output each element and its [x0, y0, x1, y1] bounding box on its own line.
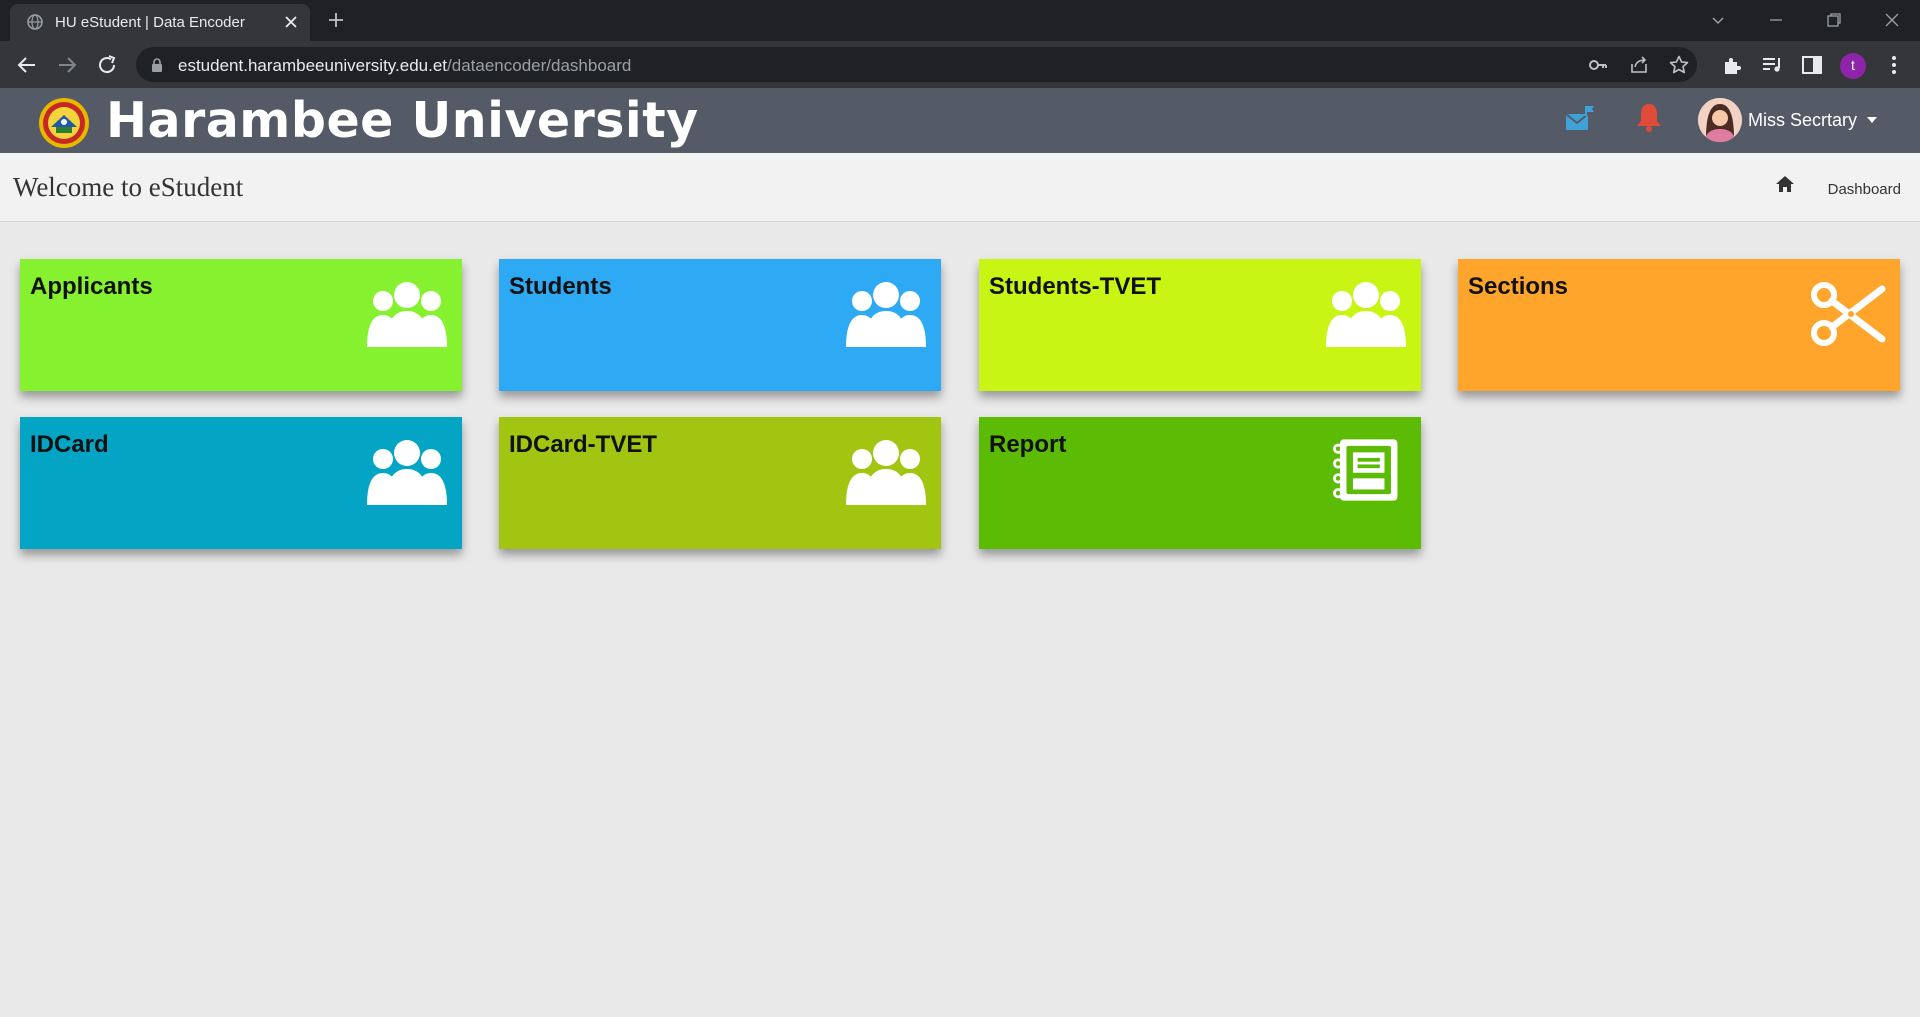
side-panel-icon[interactable]: [1800, 53, 1824, 77]
share-icon[interactable]: [1628, 54, 1650, 76]
caret-down-icon[interactable]: [1866, 116, 1878, 124]
breadcrumb: Dashboard: [1761, 175, 1901, 199]
back-icon[interactable]: [15, 53, 39, 77]
media-queue-icon[interactable]: [1760, 53, 1784, 77]
tab-title: HU eStudent | Data Encoder: [55, 14, 245, 31]
tile-label: IDCard-TVET: [509, 431, 658, 458]
tab-search-icon[interactable]: [1708, 10, 1728, 30]
browser-menu-icon[interactable]: [1882, 53, 1906, 77]
page-title-bar: Welcome to eStudent Dashboard: [0, 153, 1920, 222]
browser-tab-strip: HU eStudent | Data Encoder: [0, 0, 1920, 41]
extensions-icon[interactable]: [1720, 53, 1744, 77]
url-host: estudent.harambeeuniversity.edu.et: [178, 56, 448, 75]
tile-label: Students-TVET: [989, 273, 1161, 300]
new-tab-icon[interactable]: [327, 11, 345, 29]
tile-report[interactable]: Report: [979, 417, 1421, 549]
url-text[interactable]: estudent.harambeeuniversity.edu.et/datae…: [178, 56, 631, 76]
tile-label: Sections: [1468, 273, 1569, 300]
tile-sections[interactable]: Sections: [1458, 259, 1900, 391]
tile-idcard-tvet[interactable]: IDCard-TVET: [499, 417, 941, 549]
bell-icon[interactable]: [1632, 100, 1666, 134]
bookmark-star-icon[interactable]: [1668, 54, 1690, 76]
user-avatar[interactable]: [1698, 98, 1742, 142]
profile-avatar[interactable]: t: [1840, 53, 1866, 79]
university-seal-logo[interactable]: [38, 97, 90, 149]
tile-applicants[interactable]: Applicants: [20, 259, 462, 391]
url-path: /dataencoder/dashboard: [447, 56, 632, 75]
close-tab-icon[interactable]: [282, 13, 300, 31]
user-avatar-image: [1698, 98, 1742, 142]
browser-toolbar: estudent.harambeeuniversity.edu.et/datae…: [0, 41, 1920, 88]
page-title: Welcome to eStudent: [13, 172, 244, 202]
tile-label: IDCard: [30, 431, 109, 458]
university-name[interactable]: Harambee University: [106, 92, 699, 149]
globe-icon: [27, 14, 43, 30]
tile-students[interactable]: Students: [499, 259, 941, 391]
user-name[interactable]: Miss Secrtary: [1748, 110, 1857, 131]
minimize-icon[interactable]: [1766, 10, 1786, 30]
users-icon: [367, 440, 447, 505]
address-bar[interactable]: estudent.harambeeuniversity.edu.et/datae…: [136, 47, 1697, 82]
forward-icon[interactable]: [55, 53, 79, 77]
close-window-icon[interactable]: [1882, 10, 1902, 30]
browser-tab[interactable]: HU eStudent | Data Encoder: [10, 4, 310, 41]
home-icon[interactable]: [1775, 175, 1795, 193]
tile-idcard[interactable]: IDCard: [20, 417, 462, 549]
tile-label: Applicants: [30, 273, 153, 300]
users-icon: [846, 282, 926, 347]
tile-label: Report: [989, 431, 1067, 458]
key-icon[interactable]: [1587, 54, 1609, 76]
restore-icon[interactable]: [1824, 10, 1844, 30]
users-icon: [846, 440, 926, 505]
users-icon: [1326, 282, 1406, 347]
scissors-icon: [1811, 282, 1886, 346]
users-icon: [367, 282, 447, 347]
reload-icon[interactable]: [95, 53, 119, 77]
tile-students-tvet[interactable]: Students-TVET: [979, 259, 1421, 391]
tile-label: Students: [509, 273, 612, 300]
lock-icon[interactable]: [150, 57, 164, 73]
mail-icon[interactable]: [1563, 102, 1597, 136]
app-header: Harambee University Miss Secrtary: [0, 88, 1920, 153]
breadcrumb-dashboard[interactable]: Dashboard: [1828, 181, 1901, 198]
notebook-icon: [1333, 439, 1398, 501]
